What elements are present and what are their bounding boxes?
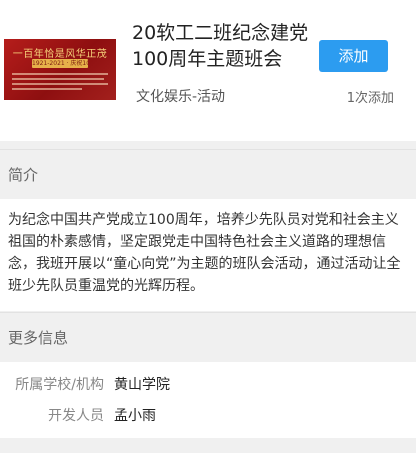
school-row: 所属学校/机构 黄山学院 [0, 374, 416, 396]
school-label: 所属学校/机构 [15, 377, 104, 393]
activity-card[interactable]: 一百年恰是风华正茂 1921-2021 · 庆祝100周年 20软工二班纪念建党… [0, 0, 416, 141]
developer-value: 孟小雨 [114, 408, 156, 424]
more-info-header-label: 更多信息 [8, 329, 69, 347]
activity-category: 文化娱乐-活动 [136, 89, 226, 105]
intro-header-label: 简介 [8, 166, 39, 184]
intro-section: 为纪念中国共产党成立100周年，培养少先队员对党和社会主义祖国的朴素感情，坚定跟… [0, 199, 416, 311]
add-button[interactable]: 添加 [319, 40, 388, 72]
add-count: 1次添加 [346, 91, 394, 106]
thumbnail-headline: 一百年恰是风华正茂 [12, 49, 108, 60]
intro-text: 为纪念中国共产党成立100周年，培养少先队员对党和社会主义祖国的朴素感情，坚定跟… [8, 212, 401, 294]
activity-thumbnail: 一百年恰是风华正茂 1921-2021 · 庆祝100周年 [4, 39, 116, 100]
thumbnail-text-lines [12, 73, 108, 93]
developer-row: 开发人员 孟小雨 [0, 405, 416, 427]
activity-title: 20软工二班纪念建党100周年主题班会 [132, 22, 309, 70]
developer-label: 开发人员 [48, 408, 104, 424]
more-info-section-header: 更多信息 [0, 312, 416, 362]
more-info-section: 所属学校/机构 黄山学院 开发人员 孟小雨 [0, 362, 416, 438]
thumbnail-subline: 1921-2021 · 庆祝100周年 [32, 59, 88, 68]
school-value: 黄山学院 [114, 377, 170, 393]
intro-section-header: 简介 [0, 149, 416, 199]
